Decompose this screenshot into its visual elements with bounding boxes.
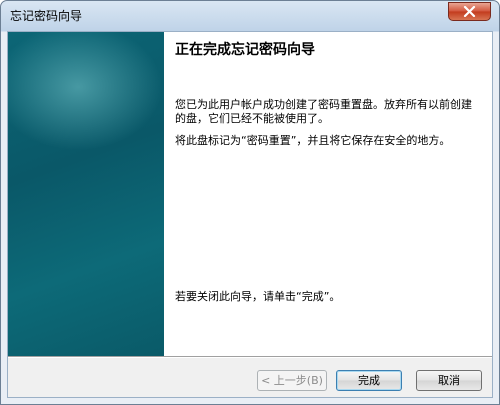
label-instruction: 将此盘标记为“密码重置”，并且将它保存在安全的地方。: [175, 134, 451, 147]
page-heading: 正在完成忘记密码向导: [175, 42, 315, 58]
back-button[interactable]: < 上一步(B): [257, 370, 327, 391]
success-message: 您已为此用户帐户成功创建了密码重置盘。放弃所有以前创建的盘，它们已经不能被使用了…: [175, 98, 472, 125]
side-banner: [8, 32, 164, 356]
separator: [8, 356, 492, 358]
finish-button[interactable]: 完成: [336, 370, 402, 391]
cancel-button[interactable]: 取消: [416, 370, 482, 391]
wizard-frame: 正在完成忘记密码向导 您已为此用户帐户成功创建了密码重置盘。放弃所有以前创建的盘…: [7, 31, 493, 398]
wizard-content: 正在完成忘记密码向导 您已为此用户帐户成功创建了密码重置盘。放弃所有以前创建的盘…: [164, 32, 492, 356]
close-instruction: 若要关闭此向导，请单击“完成”。: [175, 290, 341, 303]
window-title: 忘记密码向导: [10, 9, 83, 23]
title-bar[interactable]: 忘记密码向导: [1, 1, 499, 31]
wizard-window: 忘记密码向导 正在完成忘记密码向导 您已为此用户帐户成功创建了密码重置盘。放弃所…: [0, 0, 500, 405]
close-button[interactable]: [448, 2, 491, 21]
close-icon: [463, 6, 476, 17]
